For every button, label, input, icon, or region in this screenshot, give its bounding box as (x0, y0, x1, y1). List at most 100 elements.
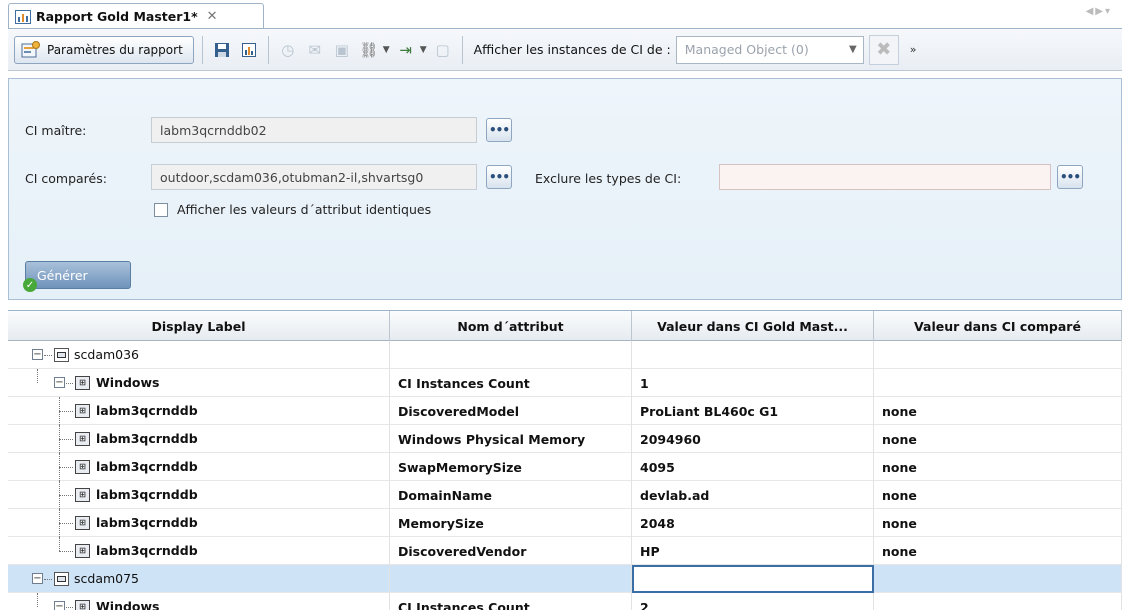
node-label: Windows (96, 599, 160, 610)
report-toolbar: Paramètres du rapport ◷ ✉ ▣ ⛓ ▼ ⇥ ▼ ▢ Af… (8, 28, 1122, 71)
toolbar-separator (201, 35, 203, 64)
gold-value-cell: HP (632, 537, 874, 565)
table-row[interactable]: ⊞ labm3qcrnddb DiscoveredVendor HP none (8, 537, 1122, 565)
collapse-icon[interactable]: − (32, 573, 43, 584)
table-row[interactable]: − ⊞ Windows CI Instances Count 2 (8, 593, 1122, 610)
print-icon[interactable]: ▣ (331, 39, 353, 61)
tree-line (59, 537, 60, 551)
gold-value-cell: ProLiant BL460c G1 (632, 397, 874, 425)
attribute-cell: CI Instances Count (390, 593, 632, 610)
gold-value-cell: devlab.ad (632, 481, 874, 509)
attribute-cell (390, 565, 632, 593)
show-identical-label: Afficher les valeurs d´attribut identiqu… (177, 202, 432, 217)
table-row[interactable]: − scdam036 (8, 341, 1122, 369)
gold-value-cell: 2048 (632, 509, 874, 537)
generate-button[interactable]: Générer ✓ (23, 261, 131, 292)
compared-value-cell (874, 565, 1122, 593)
attribute-cell: DiscoveredModel (390, 397, 632, 425)
table-row[interactable]: ⊞ labm3qcrnddb Windows Physical Memory 2… (8, 425, 1122, 453)
report-settings-icon (21, 40, 40, 57)
attribute-cell: DiscoveredVendor (390, 537, 632, 565)
tab-report[interactable]: Rapport Gold Master1* ✕ (8, 3, 264, 29)
node-icon (54, 348, 69, 362)
column-header-gold-value[interactable]: Valeur dans CI Gold Mast... (632, 311, 874, 341)
browse-exclude-ci-types-button[interactable]: ••• (1057, 165, 1083, 189)
schedule-icon[interactable]: ◷ (277, 39, 299, 61)
table-row[interactable]: ⊞ labm3qcrnddb MemorySize 2048 none (8, 509, 1122, 537)
results-table: Display Label Nom d´attribut Valeur dans… (8, 310, 1122, 610)
windows-icon: ⊞ (75, 376, 90, 390)
table-row[interactable]: − scdam075 (8, 565, 1122, 593)
export-report-icon[interactable] (238, 39, 260, 61)
compared-ci-label: CI comparés: (25, 171, 107, 186)
tree-cell: ⊞ labm3qcrnddb (8, 509, 390, 537)
exclude-ci-types-field[interactable] (719, 164, 1051, 190)
table-row[interactable]: ⊞ labm3qcrnddb SwapMemorySize 4095 none (8, 453, 1122, 481)
master-ci-label: CI maître: (25, 123, 87, 138)
link-dropdown-icon[interactable]: ▼ (383, 45, 390, 55)
column-header-compared-value[interactable]: Valeur dans CI comparé (874, 311, 1122, 341)
master-ci-field[interactable]: labm3qcrnddb02 (151, 117, 477, 143)
gold-value-cell: 2094960 (632, 425, 874, 453)
report-parameters-label: Paramètres du rapport (47, 42, 183, 57)
table-row[interactable]: − ⊞ Windows CI Instances Count 1 (8, 369, 1122, 397)
tree-line (59, 467, 73, 468)
attribute-cell (390, 341, 632, 369)
windows-icon: ⊞ (75, 544, 90, 558)
table-row[interactable]: ⊞ labm3qcrnddb DiscoveredModel ProLiant … (8, 397, 1122, 425)
tree-line (59, 495, 73, 496)
tree-line (44, 579, 52, 580)
tree-cell: ⊞ labm3qcrnddb (8, 481, 390, 509)
report-parameters-button[interactable]: Paramètres du rapport (14, 35, 194, 64)
gold-value-cell[interactable] (632, 565, 874, 593)
tree-line (59, 523, 73, 524)
node-label: labm3qcrnddb (96, 487, 198, 502)
node-label: labm3qcrnddb (96, 403, 198, 418)
toolbar-separator (461, 35, 463, 64)
collapse-icon[interactable]: − (32, 349, 43, 360)
export-dropdown-icon[interactable]: ▼ (420, 45, 427, 55)
tree-line (59, 439, 73, 440)
show-identical-checkbox[interactable] (154, 203, 168, 217)
attribute-cell: MemorySize (390, 509, 632, 537)
table-row[interactable]: ⊞ labm3qcrnddb DomainName devlab.ad none (8, 481, 1122, 509)
generate-label: Générer (37, 267, 88, 283)
user-icon[interactable]: ▢ (432, 39, 454, 61)
exclude-ci-types-label: Exclure les types de CI: (535, 171, 682, 186)
collapse-icon[interactable]: − (54, 601, 65, 610)
save-icon[interactable] (211, 39, 233, 61)
node-label: labm3qcrnddb (96, 431, 198, 446)
overflow-icon[interactable]: » (910, 43, 917, 56)
gold-value-cell (632, 341, 874, 369)
node-label: labm3qcrnddb (96, 459, 198, 474)
instances-select[interactable]: Managed Object (0) ▼ (675, 35, 864, 64)
tree-cell: − scdam036 (8, 341, 390, 369)
tree-cell: − ⊞ Windows (8, 593, 390, 610)
compared-value-cell: none (874, 481, 1122, 509)
attribute-cell: DomainName (390, 481, 632, 509)
compared-value-cell: none (874, 425, 1122, 453)
tab-navigation-icon[interactable]: ◀▶▾ (1086, 6, 1112, 17)
windows-icon: ⊞ (75, 460, 90, 474)
collapse-icon[interactable]: − (54, 377, 65, 388)
toolbar-separator (267, 35, 269, 64)
close-icon[interactable]: ✕ (207, 9, 218, 24)
link-icon[interactable]: ⛓ (358, 39, 380, 61)
remove-icon[interactable]: ✖ (868, 34, 899, 65)
windows-icon: ⊞ (75, 404, 90, 418)
browse-master-ci-button[interactable]: ••• (486, 118, 512, 142)
chevron-down-icon: ▼ (849, 44, 857, 55)
browse-compared-ci-button[interactable]: ••• (486, 165, 512, 189)
instances-label: Afficher les instances de CI de : (473, 42, 671, 57)
column-header-display-label[interactable]: Display Label (8, 311, 390, 341)
gold-value-cell: 4095 (632, 453, 874, 481)
export-icon[interactable]: ⇥ (395, 39, 417, 61)
instances-select-value: Managed Object (0) (684, 42, 809, 57)
tree-line (59, 551, 73, 552)
compared-ci-field[interactable]: outdoor,scdam036,otubman2-il,shvartsg0 (151, 164, 477, 190)
windows-icon: ⊞ (75, 600, 90, 610)
compared-value-cell (874, 369, 1122, 397)
column-header-attribute-name[interactable]: Nom d´attribut (390, 311, 632, 341)
email-icon[interactable]: ✉ (304, 39, 326, 61)
compared-value-cell: none (874, 453, 1122, 481)
